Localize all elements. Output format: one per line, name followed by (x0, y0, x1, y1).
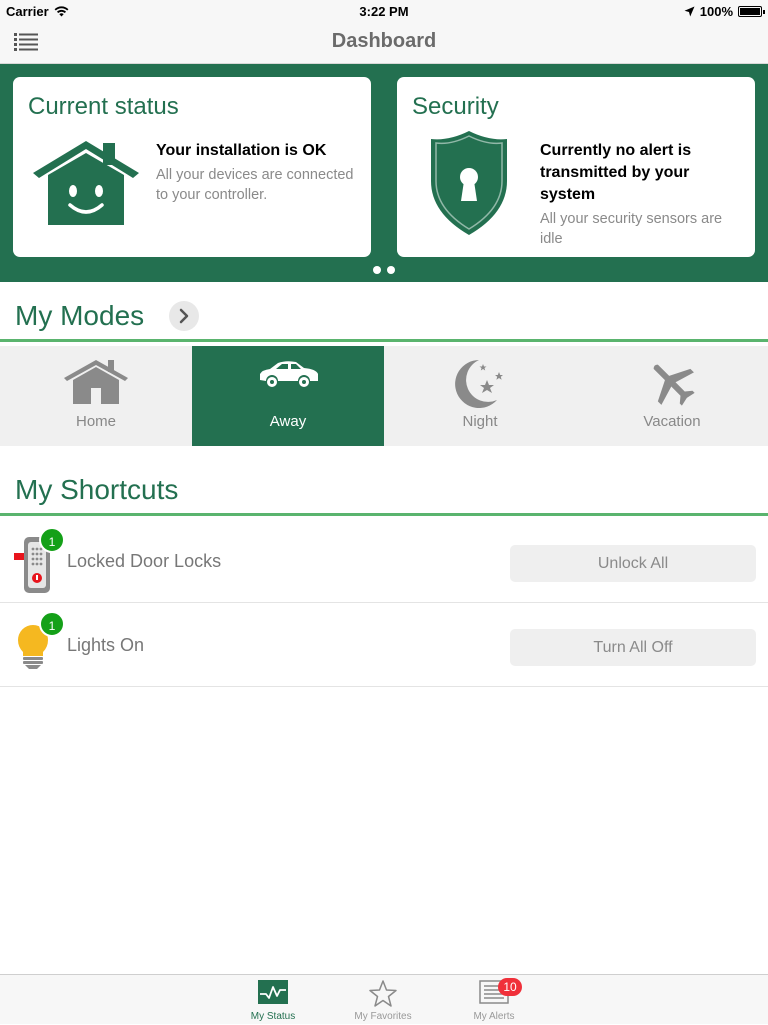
moon-stars-icon (455, 360, 503, 408)
card-description: All your security sensors are idle (540, 211, 723, 247)
shield-keyhole-icon (431, 131, 507, 235)
tab-bar: My Status My Favorites 10 My Alerts (0, 974, 768, 1024)
shortcuts-section-header: My Shortcuts (0, 458, 768, 516)
battery-icon (738, 5, 765, 17)
shortcut-count-badge: 1 (39, 611, 65, 637)
card-title: Security (412, 93, 499, 120)
page-indicator[interactable] (373, 266, 395, 274)
tab-my-alerts[interactable]: 10 My Alerts (454, 975, 534, 1025)
mode-night[interactable]: Night (384, 346, 576, 446)
status-time: 3:22 PM (359, 3, 409, 19)
tab-label: My Alerts (473, 1011, 515, 1022)
status-bar: Carrier 3:22 PM 100% (0, 0, 768, 22)
security-card[interactable]: Security Currently no alert is transmitt… (397, 77, 755, 257)
page-title: Dashboard (331, 30, 437, 52)
battery-info: 100% (684, 3, 765, 19)
carrier-info: Carrier (6, 4, 69, 19)
tab-my-favorites[interactable]: My Favorites (343, 975, 423, 1025)
house-smile-icon (33, 141, 139, 225)
shortcut-label: Lights On (67, 635, 145, 655)
location-arrow-icon (684, 6, 695, 16)
star-icon (369, 980, 397, 1007)
status-chart-icon (258, 980, 288, 1004)
chevron-right-icon (179, 308, 189, 324)
tab-label: My Status (250, 1011, 296, 1022)
status-carousel[interactable]: Current status Your installation is OK A… (0, 64, 768, 282)
shortcut-label: Locked Door Locks (67, 551, 222, 571)
airplane-icon (653, 364, 695, 406)
modes-section-header: My Modes (0, 284, 768, 342)
mode-label: Home (75, 413, 116, 430)
tab-my-status[interactable]: My Status (233, 975, 313, 1025)
mode-label: Away (269, 413, 307, 430)
shortcut-row-door-locks: 1 Locked Door Locks Unlock All (0, 519, 768, 603)
card-text: Your installation is OK All your devices… (156, 140, 356, 205)
navigation-bar: Dashboard (0, 22, 768, 64)
modes-selector: Home Away Night Vacation (0, 346, 768, 446)
current-status-card[interactable]: Current status Your installation is OK A… (13, 77, 371, 257)
tab-label: My Favorites (354, 1011, 412, 1022)
shortcut-row-lights: 1 Lights On Turn All Off (0, 603, 768, 687)
wifi-icon (54, 5, 69, 16)
card-headline: Your installation is OK (156, 142, 327, 159)
card-headline: Currently no alert is transmitted by you… (540, 142, 692, 203)
mode-home[interactable]: Home (0, 346, 192, 446)
alerts-count-badge: 10 (498, 978, 522, 996)
card-title: Current status (28, 93, 179, 120)
page-dot[interactable] (387, 266, 395, 274)
shortcut-count-badge: 1 (39, 527, 65, 553)
mode-away[interactable]: Away (192, 346, 384, 446)
mode-label: Vacation (643, 413, 701, 430)
card-text: Currently no alert is transmitted by you… (540, 140, 740, 249)
house-icon (64, 360, 128, 404)
modes-more-button[interactable] (169, 301, 199, 331)
car-icon (260, 361, 318, 387)
shortcuts-section-title: My Shortcuts (15, 474, 179, 505)
mode-label: Night (462, 413, 498, 430)
carrier-label: Carrier (6, 3, 49, 19)
modes-section-title: My Modes (15, 300, 145, 331)
turn-all-off-button[interactable]: Turn All Off (510, 629, 756, 666)
page-dot[interactable] (373, 266, 381, 274)
card-description: All your devices are connected to your c… (156, 167, 354, 203)
unlock-all-button[interactable]: Unlock All (510, 545, 756, 582)
mode-vacation[interactable]: Vacation (576, 346, 768, 446)
battery-percent: 100% (699, 3, 733, 19)
